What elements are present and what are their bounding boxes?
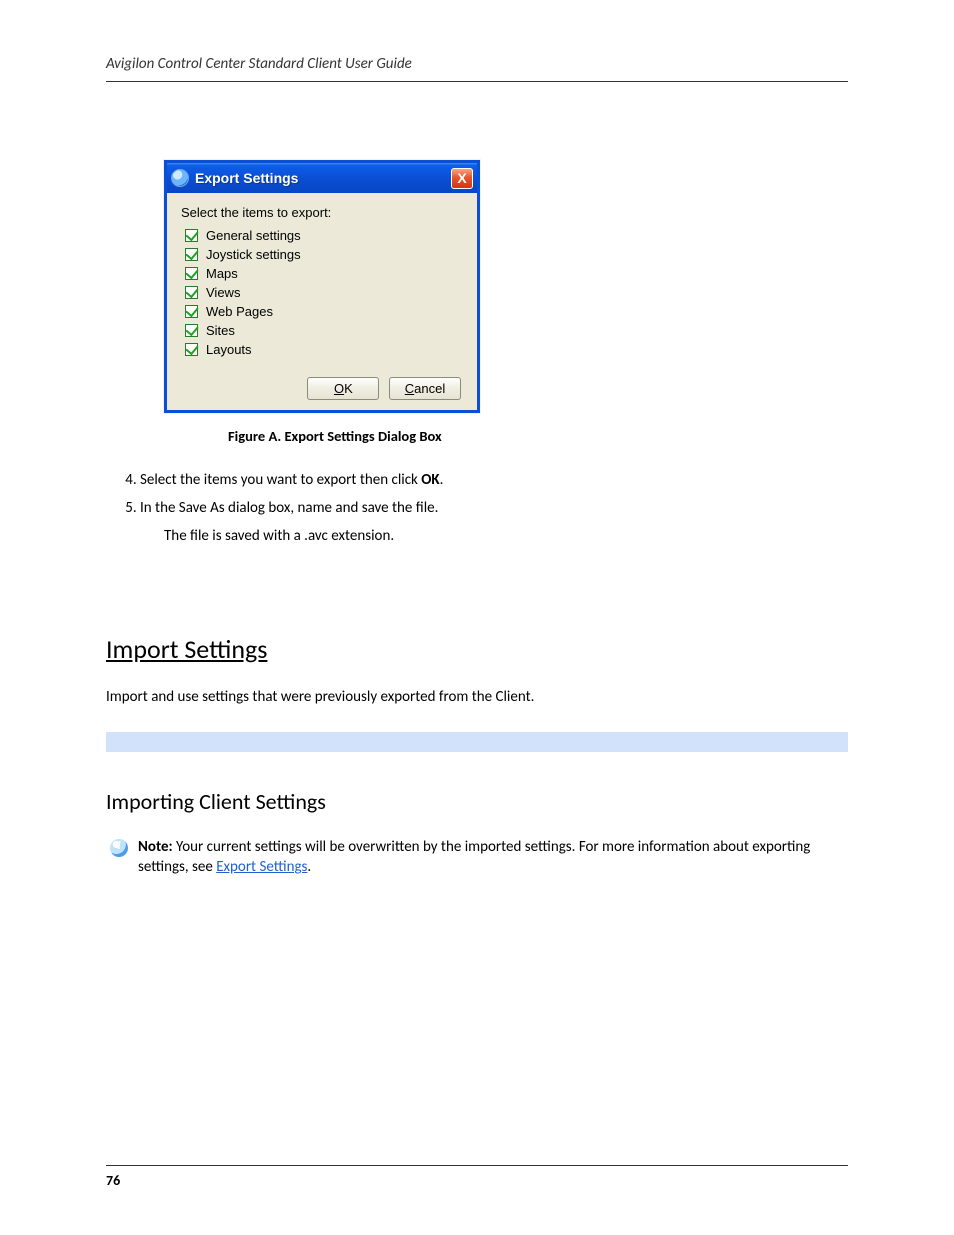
checkbox-label: Web Pages (206, 304, 273, 319)
figure-caption: Figure A. Export Settings Dialog Box (228, 427, 848, 445)
heading-import-settings: Import Settings (106, 633, 848, 665)
steps-list: Select the items you want to export then… (140, 471, 848, 517)
checkbox-row-maps[interactable]: Maps (185, 266, 463, 281)
info-icon (110, 839, 128, 857)
checkbox-row-joystick-settings[interactable]: Joystick settings (185, 247, 463, 262)
checkbox-label: Maps (206, 266, 238, 281)
checkbox-icon[interactable] (185, 286, 198, 299)
step-4: Select the items you want to export then… (140, 471, 848, 489)
note-body-after-link: . (307, 858, 311, 876)
checkbox-row-sites[interactable]: Sites (185, 323, 463, 338)
checkbox-icon[interactable] (185, 267, 198, 280)
checkbox-label: Views (206, 285, 240, 300)
checkbox-row-web-pages[interactable]: Web Pages (185, 304, 463, 319)
checkbox-icon[interactable] (185, 305, 198, 318)
page-number: 76 (106, 1165, 848, 1189)
checkbox-row-layouts[interactable]: Layouts (185, 342, 463, 357)
heading-importing-client-settings: Importing Client Settings (106, 788, 848, 815)
checkbox-label: Joystick settings (206, 247, 301, 262)
cancel-button[interactable]: Cancel (389, 377, 461, 400)
close-icon[interactable]: X (451, 168, 473, 189)
checkbox-label: General settings (206, 228, 301, 243)
checkbox-row-general-settings[interactable]: General settings (185, 228, 463, 243)
step-5: In the Save As dialog box, name and save… (140, 499, 848, 517)
checkbox-label: Sites (206, 323, 235, 338)
app-icon (171, 169, 189, 187)
link-export-settings[interactable]: Export Settings (216, 858, 307, 876)
dialog-titlebar: Export Settings X (167, 163, 477, 193)
export-note: The file is saved with a .avc extension. (164, 527, 848, 545)
dialog-title: Export Settings (195, 170, 451, 186)
ok-button[interactable]: OK (307, 377, 379, 400)
checkbox-icon[interactable] (185, 343, 198, 356)
import-settings-body: Import and use settings that were previo… (106, 687, 848, 708)
checkbox-icon[interactable] (185, 324, 198, 337)
dialog-instruction: Select the items to export: (181, 205, 463, 220)
section-divider-bar (106, 732, 848, 752)
checkbox-label: Layouts (206, 342, 252, 357)
checkbox-row-views[interactable]: Views (185, 285, 463, 300)
checkbox-icon[interactable] (185, 229, 198, 242)
running-header: Avigilon Control Center Standard Client … (106, 55, 848, 82)
checkbox-icon[interactable] (185, 248, 198, 261)
figure-export-settings-dialog: Export Settings X Select the items to ex… (164, 160, 848, 445)
export-settings-dialog: Export Settings X Select the items to ex… (164, 160, 480, 413)
note-label: Note: (138, 838, 173, 856)
note-block: Note: Your current settings will be over… (106, 837, 848, 878)
